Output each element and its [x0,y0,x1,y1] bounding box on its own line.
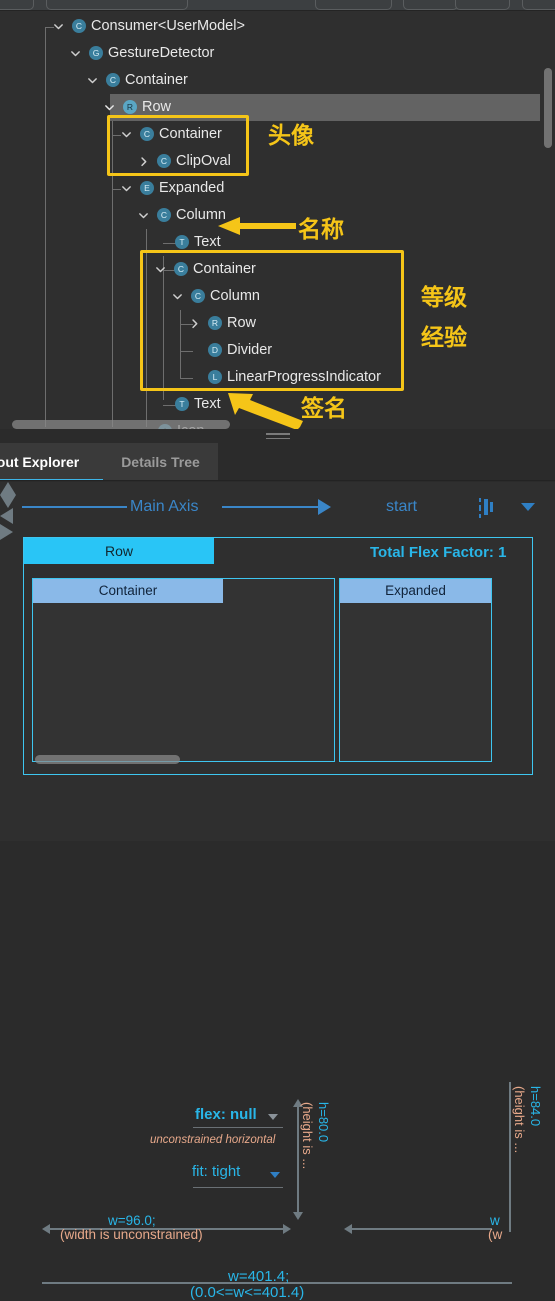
tab-layout-explorer-label: out Explorer [0,454,80,470]
layout-explorer-panel: Main Axis start Row Total Flex Factor: 1… [0,482,555,1301]
expanded-width-value: w [490,1213,500,1228]
tree-node-label: Consumer<UserModel> [91,18,245,34]
fit-property-underline [193,1187,283,1188]
widget-badge: T [175,234,189,249]
toolbar-button-2[interactable] [46,0,188,10]
main-axis-label: Main Axis [130,498,199,515]
splitter-grip-icon [265,433,290,442]
container-width-arrow-right-icon [283,1224,291,1234]
container-height-arrow-down-icon [293,1212,303,1220]
tree-row[interactable]: C Container [0,67,555,94]
fit-dropdown-chevron-icon[interactable] [270,1172,280,1178]
widget-badge: E [140,180,154,195]
chevron-down-icon[interactable] [52,13,65,40]
container-height-axis-line [297,1107,299,1212]
row-width-arrow-right-icon [0,524,13,540]
main-axis-control-row: Main Axis start [0,492,555,524]
flex-property-value[interactable]: flex: null [195,1106,257,1123]
toolbar-button-1[interactable] [0,0,34,10]
annotation-signature: 签名 [301,396,347,422]
annotation-arrow-name [218,217,296,235]
widget-badge: C [72,18,86,33]
container-width-arrow-left-icon [42,1224,50,1234]
tree-horizontal-scrollbar[interactable] [12,420,230,429]
container-constraint-note: unconstrained horizontal [150,1134,276,1146]
container-height-value: h=80.0 [316,1102,331,1143]
annotation-name: 名称 [298,217,344,243]
container-child-title: Container [33,579,223,603]
tree-vertical-scrollbar[interactable] [544,68,552,148]
widget-badge: C [106,72,120,87]
chevron-down-icon[interactable] [120,175,133,202]
total-flex-factor-label: Total Flex Factor: 1 [370,544,507,561]
inspector-tab-bar: out Explorer Details Tree [0,443,555,481]
tree-node-label: GestureDetector [108,45,215,61]
main-axis-dropdown-chevron-icon[interactable] [521,503,535,511]
expanded-height-constraint: (height is ... [512,1086,527,1154]
tree-node-label: Expanded [159,180,225,196]
tree-node-label: Container [125,72,188,88]
chevron-down-icon[interactable] [137,202,150,229]
row-width-constraint: (0.0<=w<=401.4) [190,1284,305,1301]
layout-container-scrollbar[interactable] [35,755,180,764]
fit-property-value[interactable]: fit: tight [192,1163,240,1180]
expanded-height-value: h=84.0 [528,1086,543,1127]
tree-row[interactable]: C Consumer<UserModel> [0,13,555,40]
main-axis-line-right [222,506,320,508]
chevron-down-icon[interactable] [69,40,82,67]
expanded-width-constraint: (w [488,1227,503,1242]
chevron-down-icon[interactable] [86,67,99,94]
container-child-box[interactable] [32,578,335,762]
tree-row[interactable]: E Expanded [0,175,555,202]
main-axis-alignment-icon[interactable] [477,496,495,520]
devtools-inspector-window: C Consumer<UserModel> G GestureDetector CC… [0,0,555,1301]
expanded-width-axis-line [352,1228,492,1230]
flex-property-underline [193,1127,283,1128]
annotation-avatar: 头像 [268,123,314,149]
expanded-width-arrow-left-icon [344,1224,352,1234]
highlight-box-avatar [107,115,249,176]
tree-row-selected[interactable]: R Row [0,94,555,121]
container-height-label: (height is ... [300,1102,315,1170]
main-axis-line-left [22,506,127,508]
toolbar-button-3[interactable] [315,0,392,10]
container-width-constraint: (width is unconstrained) [60,1227,203,1242]
row-widget-title: Row [24,538,214,564]
toolbar-button-6[interactable] [522,0,555,10]
widget-badge: G [89,45,103,60]
widget-tree-panel[interactable]: C Consumer<UserModel> G GestureDetector CC… [0,11,555,429]
tab-layout-explorer[interactable]: out Explorer [0,443,103,481]
row-width-value: w=401.4; [228,1268,290,1285]
panel-splitter[interactable] [0,429,555,443]
tab-details-tree[interactable]: Details Tree [103,443,218,481]
expanded-child-title: Expanded [340,579,491,603]
widget-badge: C [157,207,171,222]
toolbar-button-5[interactable] [455,0,510,10]
tab-details-tree-label: Details Tree [121,454,200,470]
expanded-child-box[interactable] [339,578,492,762]
tree-node-label: Row [142,99,172,115]
toolbar-button-4[interactable] [403,0,458,10]
tabbar-divider [0,480,555,481]
container-width-value: w=96.0; [108,1213,156,1228]
widget-badge: R [123,99,137,114]
expanded-height-axis-line [509,1082,511,1232]
main-axis-arrowhead-icon [318,499,331,515]
widget-badge: T [175,396,189,411]
annotation-level: 等级 [421,285,467,311]
flex-dropdown-chevron-icon[interactable] [268,1114,278,1120]
main-axis-alignment-value[interactable]: start [386,498,417,516]
tree-row[interactable]: C ClipOval [0,148,555,175]
annotation-exp: 经验 [421,325,467,351]
highlight-box-level-exp [140,250,404,391]
tree-row[interactable]: G GestureDetector [0,40,555,67]
